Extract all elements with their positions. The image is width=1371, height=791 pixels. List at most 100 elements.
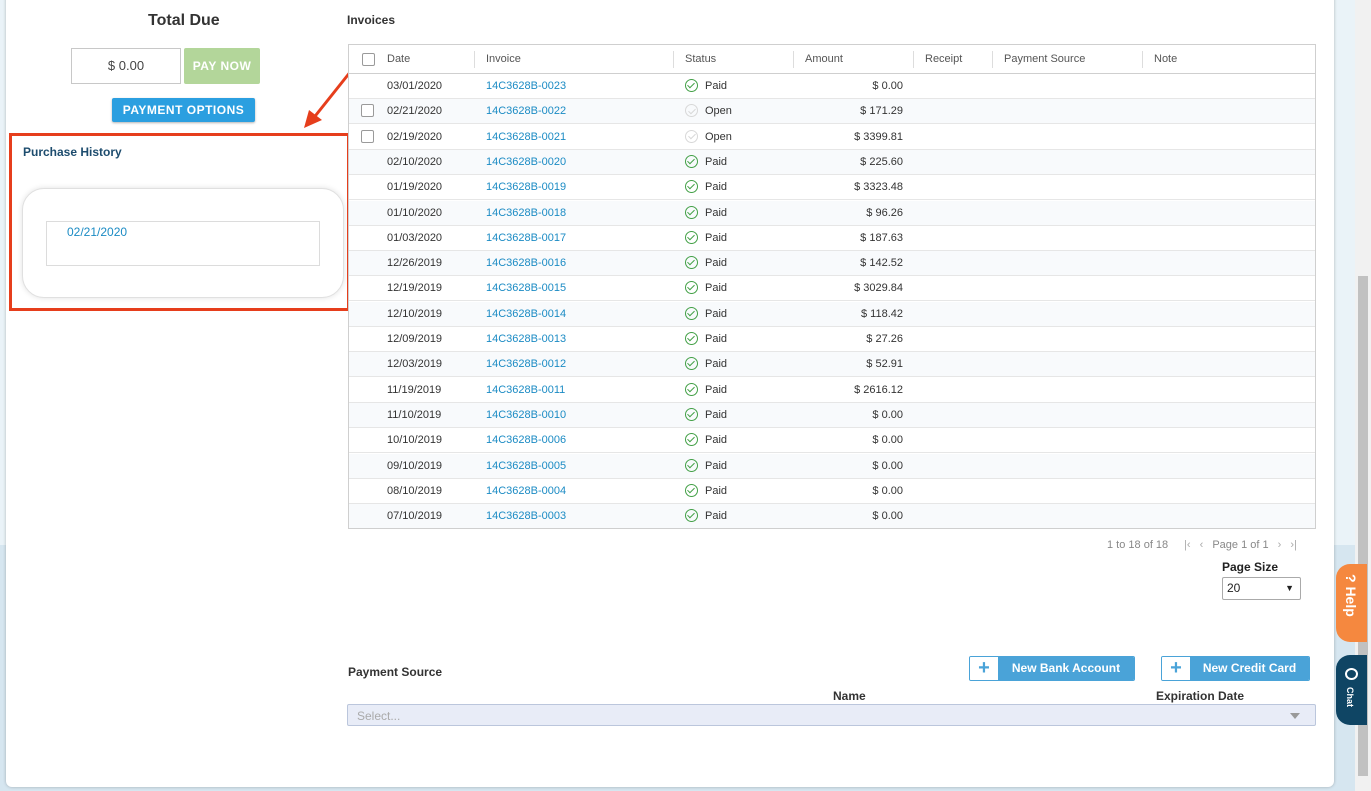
table-row[interactable]: 03/01/2020 14C3628B-0023 Paid $ 0.00: [349, 74, 1315, 99]
pager-nav: |‹ ‹ Page 1 of 1 › ›|: [1184, 539, 1303, 551]
row-invoice-link[interactable]: 14C3628B-0022: [486, 99, 566, 124]
col-header-amount[interactable]: Amount: [805, 45, 843, 74]
table-row[interactable]: 12/26/2019 14C3628B-0016 Paid $ 142.52: [349, 251, 1315, 277]
row-invoice-link[interactable]: 14C3628B-0010: [486, 403, 566, 428]
chat-bubble-icon: [1345, 668, 1358, 680]
row-invoice-link[interactable]: 14C3628B-0017: [486, 226, 566, 251]
table-row[interactable]: 02/10/2020 14C3628B-0020 Paid $ 225.60: [349, 149, 1315, 175]
col-header-payment-source[interactable]: Payment Source: [1004, 45, 1085, 74]
row-checkbox[interactable]: [361, 104, 374, 118]
col-header-date[interactable]: Date: [387, 45, 410, 74]
row-invoice-link[interactable]: 14C3628B-0005: [486, 454, 566, 479]
row-date: 12/26/2019: [387, 257, 443, 270]
payment-source-title: Payment Source: [348, 665, 443, 679]
check-circle-icon: [685, 382, 698, 396]
last-page-icon[interactable]: ›|: [1290, 539, 1297, 551]
row-invoice-link[interactable]: 14C3628B-0016: [486, 251, 566, 276]
row-invoice-link[interactable]: 14C3628B-0014: [486, 302, 566, 327]
row-checkbox[interactable]: [361, 129, 374, 143]
invoices-grid: Date Invoice Status Amount Receipt Payme…: [348, 44, 1316, 529]
row-invoice-link[interactable]: 14C3628B-0023: [486, 74, 566, 99]
table-row[interactable]: 12/09/2019 14C3628B-0013 Paid $ 27.26: [349, 327, 1315, 352]
row-date: 10/10/2019: [387, 434, 443, 447]
chat-tab[interactable]: Chat: [1336, 655, 1367, 725]
table-row[interactable]: 09/10/2019 14C3628B-0005 Paid $ 0.00: [349, 453, 1315, 479]
table-row[interactable]: 10/10/2019 14C3628B-0006 Paid $ 0.00: [349, 428, 1315, 454]
row-date: 09/10/2019: [387, 459, 443, 472]
new-credit-card-button[interactable]: + New Credit Card: [1161, 656, 1310, 681]
payment-options-button[interactable]: PAYMENT OPTIONS: [112, 98, 255, 122]
row-status: Paid: [705, 181, 728, 194]
table-row[interactable]: 01/19/2020 14C3628B-0019 Paid $ 3323.48: [349, 175, 1315, 201]
col-header-invoice[interactable]: Invoice: [486, 45, 521, 74]
payment-source-select[interactable]: Select...: [347, 704, 1316, 726]
row-invoice-link[interactable]: 14C3628B-0004: [486, 479, 566, 504]
select-all-checkbox[interactable]: [362, 53, 375, 66]
row-invoice-link[interactable]: 14C3628B-0019: [486, 175, 566, 200]
row-status: Paid: [705, 484, 728, 497]
table-row[interactable]: 02/21/2020 14C3628B-0022 Open $ 171.29: [349, 99, 1315, 125]
row-status: Paid: [705, 155, 728, 168]
col-separator: [474, 51, 475, 68]
check-circle-icon: [685, 154, 698, 168]
row-status: Paid: [705, 206, 728, 219]
row-amount: $ 225.60: [860, 155, 903, 168]
row-date: 02/21/2020: [387, 105, 443, 118]
col-separator: [1142, 51, 1143, 68]
check-circle-icon: [685, 483, 698, 497]
table-row[interactable]: 07/10/2019 14C3628B-0003 Paid $ 0.00: [349, 504, 1315, 528]
table-row[interactable]: 12/03/2019 14C3628B-0012 Paid $ 52.91: [349, 352, 1315, 378]
prev-page-icon[interactable]: ‹: [1200, 539, 1204, 551]
col-header-note[interactable]: Note: [1154, 45, 1177, 74]
row-amount: $ 3029.84: [854, 282, 903, 295]
table-row[interactable]: 12/10/2019 14C3628B-0014 Paid $ 118.42: [349, 301, 1315, 327]
payment-amount-input[interactable]: $ 0.00: [71, 48, 181, 84]
check-circle-icon: [685, 306, 698, 320]
check-circle-icon: [685, 509, 698, 523]
col-header-receipt[interactable]: Receipt: [925, 45, 962, 74]
payment-source-expiration-header: Expiration Date: [1156, 689, 1245, 703]
row-status: Open: [705, 130, 732, 143]
table-row[interactable]: 01/03/2020 14C3628B-0017 Paid $ 187.63: [349, 226, 1315, 251]
row-status: Open: [705, 105, 732, 118]
pay-now-button[interactable]: PAY NOW: [184, 48, 260, 84]
row-invoice-link[interactable]: 14C3628B-0021: [486, 125, 566, 150]
help-tab[interactable]: ? Help: [1336, 564, 1367, 642]
first-page-icon[interactable]: |‹: [1184, 539, 1191, 551]
pager-range: 1 to 18 of 18: [1107, 539, 1169, 551]
new-bank-account-label: New Bank Account: [998, 657, 1134, 680]
table-row[interactable]: 11/19/2019 14C3628B-0011 Paid $ 2616.12: [349, 378, 1315, 403]
row-invoice-link[interactable]: 14C3628B-0012: [486, 352, 566, 377]
row-date: 08/10/2019: [387, 484, 443, 497]
row-invoice-link[interactable]: 14C3628B-0003: [486, 504, 566, 528]
row-amount: $ 0.00: [872, 459, 903, 472]
new-credit-card-label: New Credit Card: [1190, 657, 1309, 680]
col-header-status[interactable]: Status: [685, 45, 716, 74]
row-amount: $ 52.91: [866, 358, 903, 371]
check-circle-icon: [685, 433, 698, 447]
table-row[interactable]: 01/10/2020 14C3628B-0018 Paid $ 96.26: [349, 200, 1315, 226]
check-circle-icon: [685, 230, 698, 244]
row-invoice-link[interactable]: 14C3628B-0018: [486, 201, 566, 226]
table-row[interactable]: 02/19/2020 14C3628B-0021 Open $ 3399.81: [349, 125, 1315, 150]
row-amount: $ 27.26: [866, 333, 903, 345]
row-status: Paid: [705, 257, 728, 270]
check-circle-icon: [685, 357, 698, 371]
row-invoice-link[interactable]: 14C3628B-0013: [486, 327, 566, 352]
check-circle-icon: [685, 332, 698, 345]
page-size-value: 20: [1227, 581, 1241, 595]
table-row[interactable]: 12/19/2019 14C3628B-0015 Paid $ 3029.84: [349, 276, 1315, 302]
table-row[interactable]: 08/10/2019 14C3628B-0004 Paid $ 0.00: [349, 479, 1315, 504]
row-invoice-link[interactable]: 14C3628B-0015: [486, 276, 566, 301]
new-bank-account-button[interactable]: + New Bank Account: [969, 656, 1135, 681]
invoices-grid-header: Date Invoice Status Amount Receipt Payme…: [349, 45, 1315, 74]
row-date: 01/19/2020: [387, 181, 443, 194]
table-row[interactable]: 11/10/2019 14C3628B-0010 Paid $ 0.00: [349, 402, 1315, 428]
row-invoice-link[interactable]: 14C3628B-0006: [486, 428, 566, 453]
row-invoice-link[interactable]: 14C3628B-0020: [486, 150, 566, 175]
row-invoice-link[interactable]: 14C3628B-0011: [486, 378, 565, 403]
next-page-icon[interactable]: ›: [1278, 539, 1282, 551]
row-status: Paid: [705, 80, 728, 92]
row-date: 01/10/2020: [387, 206, 443, 219]
page-size-select[interactable]: 20 ▼: [1222, 577, 1301, 600]
